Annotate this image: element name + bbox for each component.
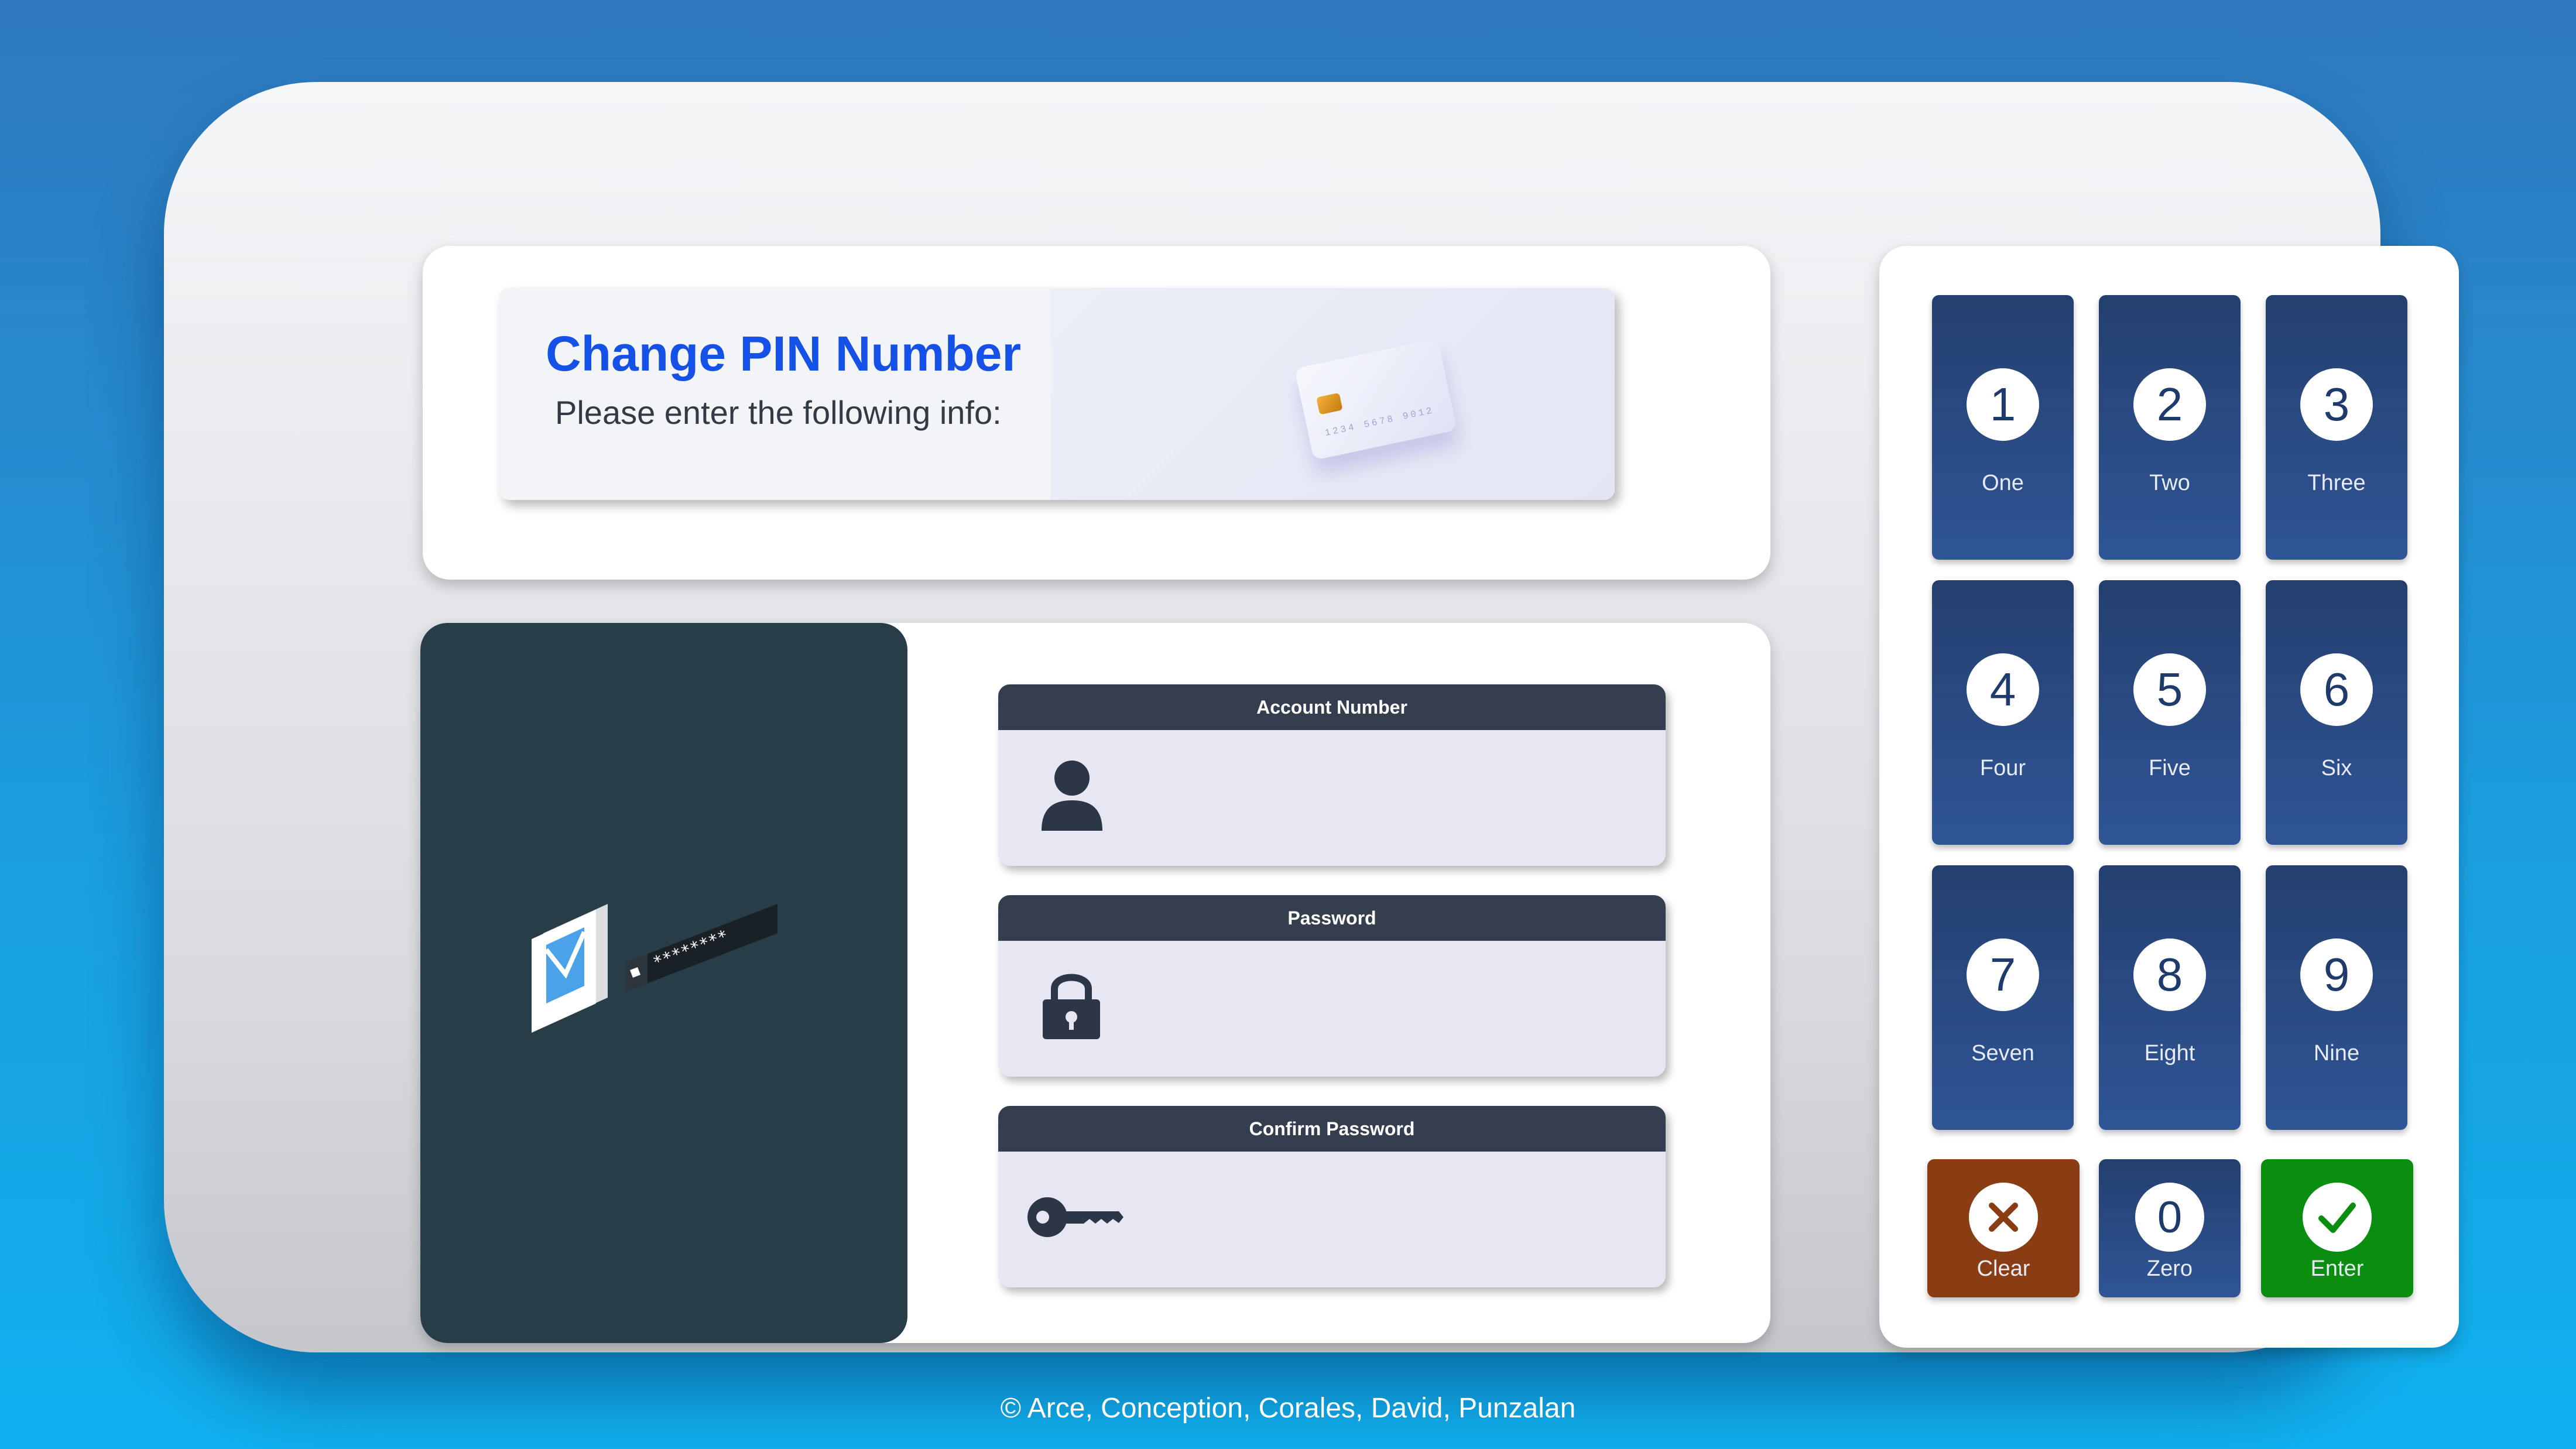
card-chip-icon xyxy=(1316,392,1343,415)
user-icon xyxy=(1042,761,1102,831)
key-6-digit: 6 xyxy=(2300,653,2373,726)
form-card: ******** Account Number Password Confirm… xyxy=(420,623,1770,1343)
clear-button[interactable]: Clear xyxy=(1927,1159,2080,1297)
key-8[interactable]: 8 Eight xyxy=(2099,865,2241,1130)
key-7-digit: 7 xyxy=(1967,938,2039,1011)
confirm-password-field: Confirm Password xyxy=(998,1106,1666,1287)
key-9-label: Nine xyxy=(2313,1041,2360,1066)
keypad-card: 1 One 2 Two 3 Three 4 Four 5 Five 6 Six … xyxy=(1879,246,2459,1348)
key-5-label: Five xyxy=(2149,756,2191,780)
illustration-panel: ******** xyxy=(420,623,907,1343)
atm-device-frame: Change PIN Number Please enter the follo… xyxy=(164,82,2459,1352)
key-2-digit: 2 xyxy=(2133,368,2206,441)
key-1-digit: 1 xyxy=(1967,368,2039,441)
key-0[interactable]: 0 Zero xyxy=(2099,1159,2241,1297)
key-9[interactable]: 9 Nine xyxy=(2266,865,2407,1130)
key-5[interactable]: 5 Five xyxy=(2099,580,2241,845)
footer-credit: © Arce, Conception, Corales, David, Punz… xyxy=(1000,1393,1576,1424)
key-3-label: Three xyxy=(2307,471,2366,495)
key-6[interactable]: 6 Six xyxy=(2266,580,2407,845)
key-icon xyxy=(1027,1197,1123,1237)
key-2[interactable]: 2 Two xyxy=(2099,295,2241,560)
key-5-digit: 5 xyxy=(2133,653,2206,726)
key-7[interactable]: 7 Seven xyxy=(1932,865,2074,1130)
key-0-label: Zero xyxy=(2146,1256,2193,1281)
clear-label: Clear xyxy=(1976,1256,2030,1281)
header-banner: Change PIN Number Please enter the follo… xyxy=(499,288,1615,500)
password-label: Password xyxy=(998,895,1666,941)
page-subtitle: Please enter the following info: xyxy=(555,394,1002,431)
key-1-label: One xyxy=(1982,471,2024,495)
key-8-label: Eight xyxy=(2144,1041,2195,1066)
lock-icon xyxy=(1043,974,1100,1039)
page-title: Change PIN Number xyxy=(546,326,1022,381)
email-password-illustration: ******** xyxy=(532,904,777,1033)
account-number-label: Account Number xyxy=(998,684,1666,730)
key-3[interactable]: 3 Three xyxy=(2266,295,2407,560)
key-8-digit: 8 xyxy=(2133,938,2206,1011)
check-icon xyxy=(2303,1183,2372,1252)
key-4-digit: 4 xyxy=(1967,653,2039,726)
key-6-label: Six xyxy=(2321,756,2352,780)
password-field-illustration: ******** xyxy=(625,904,777,992)
credit-card-icon: 1234 5678 9012 xyxy=(1294,338,1457,461)
key-2-label: Two xyxy=(2149,471,2190,495)
key-3-digit: 3 xyxy=(2300,368,2373,441)
key-4-label: Four xyxy=(1979,756,2026,780)
account-number-field: Account Number xyxy=(998,684,1666,866)
key-7-label: Seven xyxy=(1971,1041,2034,1066)
header-card: Change PIN Number Please enter the follo… xyxy=(423,246,1770,580)
x-icon xyxy=(1969,1183,2038,1252)
envelope-icon xyxy=(532,904,608,1033)
key-1[interactable]: 1 One xyxy=(1932,295,2074,560)
header-illustration: 1234 5678 9012 xyxy=(1051,288,1615,500)
confirm-password-label: Confirm Password xyxy=(998,1106,1666,1152)
key-0-digit: 0 xyxy=(2135,1183,2204,1252)
key-9-digit: 9 xyxy=(2300,938,2373,1011)
password-field: Password xyxy=(998,895,1666,1077)
key-4[interactable]: 4 Four xyxy=(1932,580,2074,845)
enter-label: Enter xyxy=(2310,1256,2364,1281)
enter-button[interactable]: Enter xyxy=(2261,1159,2413,1297)
